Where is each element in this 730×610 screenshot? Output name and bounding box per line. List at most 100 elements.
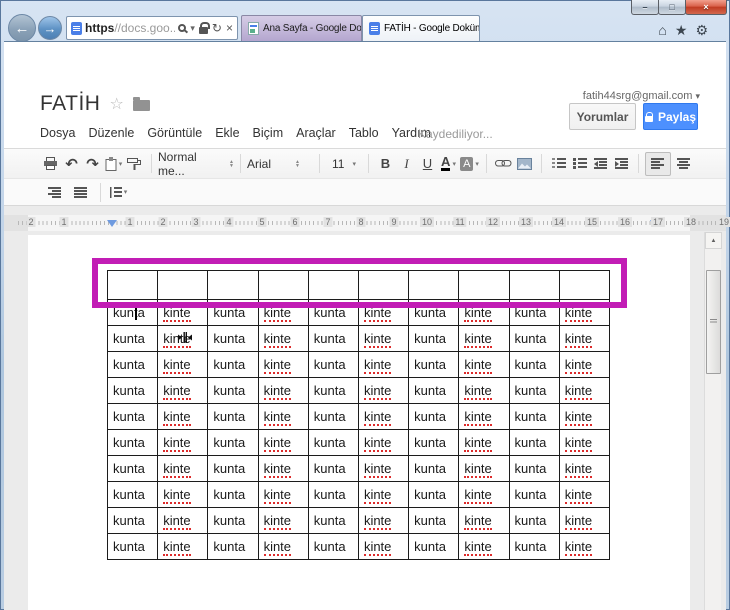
insert-link-button[interactable] [493, 152, 514, 176]
table-cell[interactable]: kunta [307, 455, 359, 482]
table-cell[interactable]: kunta [508, 429, 560, 456]
text-color-button[interactable]: A ▾ [438, 152, 459, 176]
refresh-icon[interactable]: ↻ [212, 21, 222, 35]
menu-biçim[interactable]: Biçim [253, 126, 284, 140]
close-button[interactable]: × [685, 0, 727, 15]
bold-button[interactable]: B [375, 152, 396, 176]
table-cell[interactable]: kunta [408, 429, 460, 456]
address-bar[interactable]: https//docs.goo... ▾ ↻ × [66, 16, 238, 40]
table-cell[interactable]: kinte [157, 377, 209, 404]
table-cell[interactable]: kinte [558, 429, 611, 456]
table-cell[interactable]: kunta [106, 325, 159, 352]
favorites-star-icon[interactable]: ★ [675, 22, 688, 39]
decrease-indent-button[interactable] [590, 152, 611, 176]
underline-button[interactable]: U [417, 152, 438, 176]
table-cell[interactable]: kunta [508, 403, 560, 430]
menu-görüntüle[interactable]: Görüntüle [147, 126, 202, 140]
table-cell[interactable]: kunta [106, 351, 159, 378]
table-cell[interactable]: kunta [408, 533, 460, 560]
increase-indent-button[interactable] [611, 152, 632, 176]
table-cell[interactable]: kunta [207, 455, 259, 482]
account-menu[interactable]: fatih44srg@gmail.com ▾ [583, 90, 700, 102]
table-cell[interactable]: kinte [157, 429, 209, 456]
share-button[interactable]: Paylaş [643, 103, 698, 130]
bulleted-list-button[interactable] [569, 152, 590, 176]
forward-button[interactable]: → [38, 16, 62, 40]
maximize-button[interactable]: □ [658, 0, 686, 15]
table-cell[interactable]: kinte [157, 455, 209, 482]
table-cell[interactable]: kunta [307, 351, 359, 378]
table-cell[interactable]: kinte [257, 429, 309, 456]
table-cell[interactable]: kinte [257, 403, 309, 430]
table-cell[interactable]: kunta [408, 377, 460, 404]
table-cell[interactable]: kinte [558, 403, 611, 430]
table-cell[interactable]: kunta [106, 429, 159, 456]
table-cell[interactable]: kinte [357, 481, 410, 508]
tab-ana-sayfa[interactable]: Ana Sayfa - Google Dokümanlar [241, 15, 362, 41]
align-center-button[interactable] [671, 152, 697, 176]
undo-button[interactable]: ↶ [61, 152, 82, 176]
menu-araçlar[interactable]: Araçlar [296, 126, 336, 140]
table-cell[interactable]: kunta [307, 507, 359, 534]
table-cell[interactable]: kinte [357, 325, 410, 352]
table-cell[interactable]: kunta [307, 481, 359, 508]
search-dropdown-icon[interactable]: ▾ [190, 23, 195, 34]
table-cell[interactable]: kinte [157, 507, 209, 534]
table-cell[interactable]: kunta [207, 325, 259, 352]
vertical-scrollbar[interactable]: ▲ ▼ [704, 232, 722, 610]
table-cell[interactable]: kinte [257, 481, 309, 508]
table-cell[interactable]: kunta [207, 481, 259, 508]
home-icon[interactable]: ⌂ [658, 22, 666, 39]
table-cell[interactable]: kinte [257, 351, 309, 378]
table-cell[interactable]: kinte [157, 351, 209, 378]
scrollbar-thumb[interactable] [706, 270, 721, 374]
table-cell[interactable]: kunta [508, 455, 560, 482]
table-cell[interactable]: kunta [408, 481, 460, 508]
table-cell[interactable]: kunta [408, 325, 460, 352]
table-cell[interactable]: kunta [508, 351, 560, 378]
table-cell[interactable]: kunta [106, 481, 159, 508]
insert-image-button[interactable] [514, 152, 535, 176]
table-cell[interactable]: kinte [357, 351, 410, 378]
table-cell[interactable]: kinte [458, 377, 510, 404]
table-cell[interactable]: kinte [458, 403, 510, 430]
stop-icon[interactable]: × [226, 21, 233, 35]
table-cell[interactable]: kunta [207, 429, 259, 456]
table-cell[interactable]: kinte [257, 533, 309, 560]
table-cell[interactable]: kunta [408, 455, 460, 482]
table-cell[interactable]: kinte [558, 377, 611, 404]
table-cell[interactable]: kunta [408, 403, 460, 430]
print-button[interactable] [40, 152, 61, 176]
table-cell[interactable]: kunta [307, 403, 359, 430]
table-cell[interactable]: kinte [558, 533, 611, 560]
table-cell[interactable]: kunta [106, 377, 159, 404]
document-title[interactable]: FATİH [40, 92, 100, 116]
table-cell[interactable]: kinte [257, 325, 309, 352]
table-cell[interactable]: kinte [558, 481, 611, 508]
menu-ekle[interactable]: Ekle [215, 126, 239, 140]
table-cell[interactable]: kunta [508, 507, 560, 534]
align-justify-button[interactable] [68, 180, 94, 204]
table-cell[interactable]: kinte [458, 429, 510, 456]
table-cell[interactable]: kunta [207, 377, 259, 404]
table-cell[interactable]: kinte [458, 325, 510, 352]
table-cell[interactable]: kunta [508, 377, 560, 404]
line-spacing-button[interactable]: ▾ [107, 180, 128, 204]
table-cell[interactable]: kunta [408, 507, 460, 534]
table-cell[interactable]: kunta [508, 325, 560, 352]
align-right-button[interactable] [42, 180, 68, 204]
table-cell[interactable]: kinte [357, 429, 410, 456]
table-cell[interactable]: kinte [357, 455, 410, 482]
table-cell[interactable]: kunta [106, 533, 159, 560]
table-cell[interactable]: kinte [157, 403, 209, 430]
table-cell[interactable]: kunta [207, 403, 259, 430]
italic-button[interactable]: I [396, 152, 417, 176]
table-cell[interactable]: kunta [508, 481, 560, 508]
menu-düzenle[interactable]: Düzenle [88, 126, 134, 140]
left-indent-marker[interactable] [107, 220, 117, 227]
table-cell[interactable]: kinte [357, 533, 410, 560]
highlight-color-button[interactable]: A ▾ [459, 152, 480, 176]
menu-tablo[interactable]: Tablo [349, 126, 379, 140]
table-cell[interactable]: kinte [357, 507, 410, 534]
table-cell[interactable]: kinte [458, 351, 510, 378]
